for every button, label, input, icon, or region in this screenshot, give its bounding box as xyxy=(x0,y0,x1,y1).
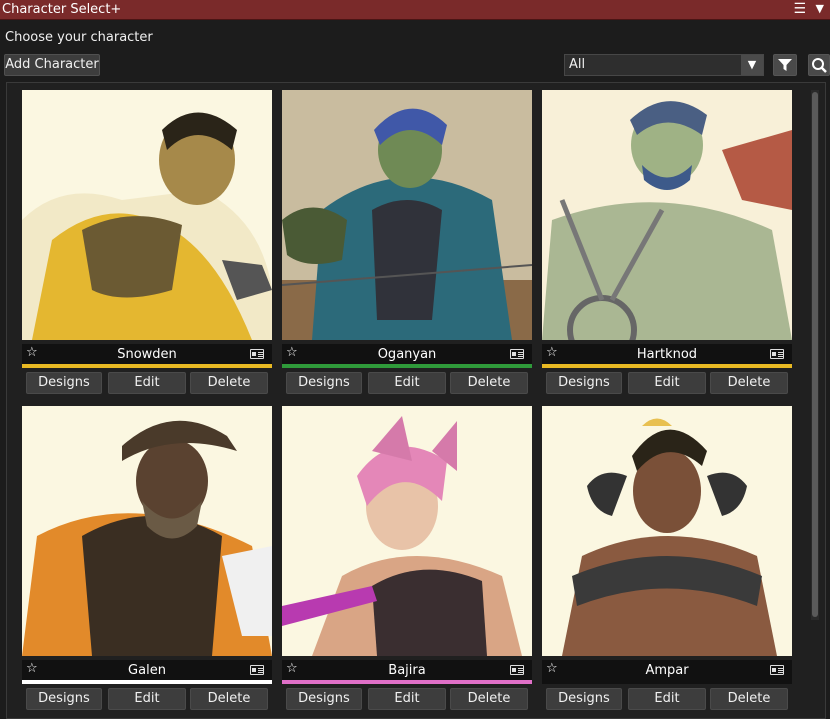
character-name: Oganyan xyxy=(377,347,437,362)
filter-icon xyxy=(778,59,792,71)
character-card: ☆ Galen Designs Edit Delete xyxy=(22,406,272,719)
delete-button[interactable]: Delete xyxy=(450,372,528,394)
color-stripe xyxy=(542,680,792,684)
edit-button[interactable]: Edit xyxy=(368,688,446,710)
edit-button[interactable]: Edit xyxy=(108,688,186,710)
scrollbar-thumb[interactable] xyxy=(812,92,818,617)
scrollbar[interactable] xyxy=(811,90,819,620)
designs-button[interactable]: Designs xyxy=(26,372,102,394)
character-portrait[interactable] xyxy=(542,90,792,340)
id-card-icon[interactable] xyxy=(770,665,784,675)
designs-button[interactable]: Designs xyxy=(286,688,362,710)
character-card: ☆ Snowden Designs Edit Delete xyxy=(22,90,272,404)
designs-button[interactable]: Designs xyxy=(26,688,102,710)
title-bar: Character Select+ ☰ ▼ xyxy=(0,0,830,20)
character-name: Galen xyxy=(128,663,166,678)
character-name: Bajira xyxy=(388,663,426,678)
window-title: Character Select+ xyxy=(2,2,122,17)
edit-button[interactable]: Edit xyxy=(368,372,446,394)
character-name-bar[interactable]: ☆ Ampar xyxy=(542,660,792,680)
search-icon xyxy=(812,58,827,73)
designs-button[interactable]: Designs xyxy=(546,688,622,710)
delete-button[interactable]: Delete xyxy=(710,372,788,394)
search-button[interactable] xyxy=(808,54,830,76)
character-name: Ampar xyxy=(645,663,689,678)
delete-button[interactable]: Delete xyxy=(190,372,268,394)
character-card: ☆ Bajira Designs Edit Delete xyxy=(282,406,532,719)
filter-value: All xyxy=(569,57,586,72)
character-name: Snowden xyxy=(117,347,177,362)
edit-button[interactable]: Edit xyxy=(628,372,706,394)
character-card: ☆ Hartknod Designs Edit Delete xyxy=(542,90,792,404)
id-card-icon[interactable] xyxy=(250,665,264,675)
designs-button[interactable]: Designs xyxy=(546,372,622,394)
character-card: ☆ Oganyan Designs Edit Delete xyxy=(282,90,532,404)
character-name-bar[interactable]: ☆ Hartknod xyxy=(542,344,792,364)
delete-button[interactable]: Delete xyxy=(190,688,268,710)
character-portrait[interactable] xyxy=(282,406,532,656)
color-stripe xyxy=(22,364,272,368)
character-portrait[interactable] xyxy=(22,90,272,340)
edit-button[interactable]: Edit xyxy=(108,372,186,394)
character-portrait[interactable] xyxy=(542,406,792,656)
color-stripe xyxy=(22,680,272,684)
chevron-down-icon[interactable]: ▼ xyxy=(741,55,763,75)
character-name-bar[interactable]: ☆ Galen xyxy=(22,660,272,680)
color-stripe xyxy=(282,364,532,368)
page-subtitle: Choose your character xyxy=(5,30,153,45)
character-card: ☆ Ampar Designs Edit Delete xyxy=(542,406,792,719)
character-name-bar[interactable]: ☆ Oganyan xyxy=(282,344,532,364)
character-name: Hartknod xyxy=(636,347,698,362)
character-name-bar[interactable]: ☆ Snowden xyxy=(22,344,272,364)
id-card-icon[interactable] xyxy=(510,349,524,359)
menu-icon[interactable]: ☰ xyxy=(793,1,806,17)
collapse-icon[interactable]: ▼ xyxy=(816,2,824,15)
color-stripe xyxy=(542,364,792,368)
id-card-icon[interactable] xyxy=(770,349,784,359)
designs-button[interactable]: Designs xyxy=(286,372,362,394)
add-character-button[interactable]: Add Character xyxy=(4,54,100,76)
id-card-icon[interactable] xyxy=(250,349,264,359)
character-portrait[interactable] xyxy=(282,90,532,340)
filter-button[interactable] xyxy=(773,54,797,76)
id-card-icon[interactable] xyxy=(510,665,524,675)
edit-button[interactable]: Edit xyxy=(628,688,706,710)
character-portrait[interactable] xyxy=(22,406,272,656)
delete-button[interactable]: Delete xyxy=(710,688,788,710)
color-stripe xyxy=(282,680,532,684)
delete-button[interactable]: Delete xyxy=(450,688,528,710)
filter-dropdown[interactable]: All ▼ xyxy=(564,54,764,76)
character-name-bar[interactable]: ☆ Bajira xyxy=(282,660,532,680)
